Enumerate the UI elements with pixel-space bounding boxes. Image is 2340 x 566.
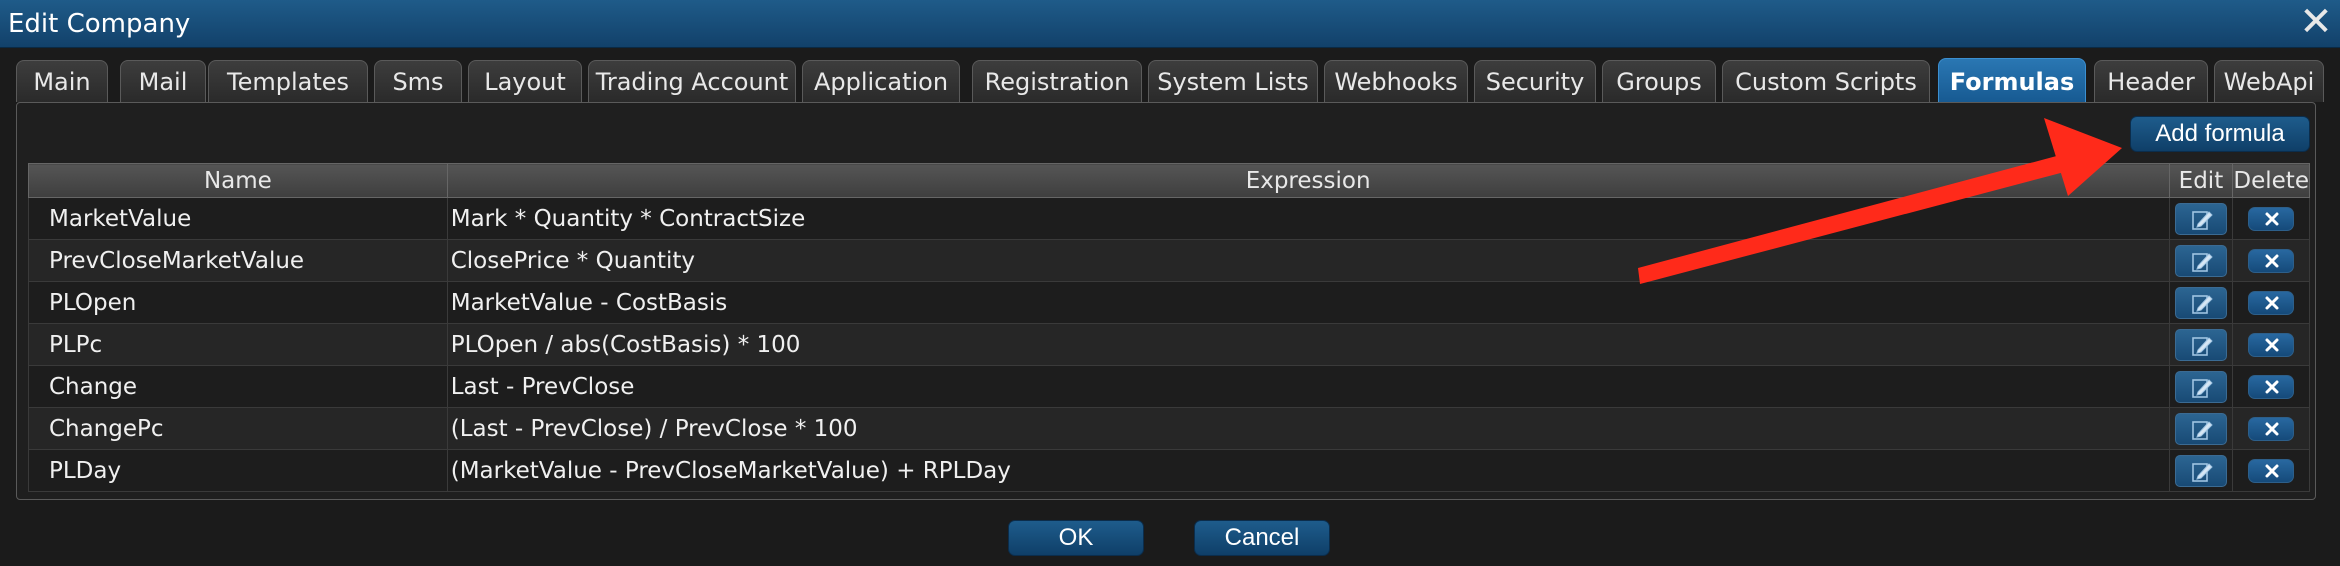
tab-custom-scripts[interactable]: Custom Scripts: [1722, 60, 1930, 102]
window-title: Edit Company: [8, 9, 191, 39]
tab-main[interactable]: Main: [16, 60, 108, 102]
delete-button[interactable]: [2248, 291, 2295, 315]
formula-expression: (Last - PrevClose) / PrevClose * 100: [446, 407, 2170, 450]
formula-expression: Mark * Quantity * ContractSize: [446, 197, 2170, 240]
tab-groups[interactable]: Groups: [1602, 60, 1716, 102]
edit-cell: [2168, 407, 2234, 450]
formula-name: PLDay: [28, 449, 448, 492]
table-row[interactable]: PLOpen MarketValue - CostBasis: [28, 281, 2310, 324]
edit-button[interactable]: [2174, 370, 2227, 403]
delete-cell: [2232, 365, 2310, 408]
formula-name: Change: [28, 365, 448, 408]
tab-formulas[interactable]: Formulas: [1938, 58, 2086, 102]
delete-cell: [2232, 407, 2310, 450]
delete-cell: [2232, 449, 2310, 492]
formula-name: PLPc: [28, 323, 448, 366]
formula-expression: (MarketValue - PrevCloseMarketValue) + R…: [446, 449, 2170, 492]
tab-layout[interactable]: Layout: [468, 60, 582, 102]
tab-header[interactable]: Header: [2094, 60, 2208, 102]
edit-cell: [2168, 365, 2234, 408]
edit-button[interactable]: [2174, 454, 2227, 487]
column-header-name[interactable]: Name: [28, 163, 448, 198]
delete-button[interactable]: [2248, 207, 2295, 231]
delete-button[interactable]: [2248, 375, 2295, 399]
tab-application[interactable]: Application: [802, 60, 960, 102]
edit-button[interactable]: [2174, 286, 2227, 319]
edit-button[interactable]: [2174, 202, 2227, 235]
tab-system-lists[interactable]: System Lists: [1148, 60, 1318, 102]
edit-cell: [2168, 449, 2234, 492]
title-bar: Edit Company ✕: [0, 0, 2340, 48]
column-header-edit[interactable]: Edit: [2168, 163, 2234, 198]
edit-cell: [2168, 281, 2234, 324]
edit-cell: [2168, 239, 2234, 282]
tab-webapi[interactable]: WebApi: [2214, 60, 2324, 102]
delete-button[interactable]: [2248, 249, 2295, 273]
close-icon[interactable]: ✕: [2296, 2, 2336, 44]
delete-cell: [2232, 197, 2310, 240]
formula-expression: PLOpen / abs(CostBasis) * 100: [446, 323, 2170, 366]
tab-registration[interactable]: Registration: [972, 60, 1142, 102]
formulas-table: Name Expression Edit Delete MarketValue M…: [28, 163, 2310, 492]
tab-trading-account[interactable]: Trading Account: [588, 60, 796, 102]
edit-cell: [2168, 197, 2234, 240]
column-header-expression[interactable]: Expression: [446, 163, 2170, 198]
ok-button[interactable]: OK: [1008, 520, 1144, 556]
formula-expression: ClosePrice * Quantity: [446, 239, 2170, 282]
edit-button[interactable]: [2174, 328, 2227, 361]
table-row[interactable]: PLDay (MarketValue - PrevCloseMarketValue…: [28, 449, 2310, 492]
add-formula-button[interactable]: Add formula: [2130, 116, 2310, 152]
column-header-delete[interactable]: Delete: [2232, 163, 2310, 198]
formula-name: PLOpen: [28, 281, 448, 324]
formula-expression: MarketValue - CostBasis: [446, 281, 2170, 324]
table-row[interactable]: PrevCloseMarketValue ClosePrice * Quantit…: [28, 239, 2310, 282]
edit-button[interactable]: [2174, 244, 2227, 277]
tab-sms[interactable]: Sms: [374, 60, 462, 102]
delete-cell: [2232, 323, 2310, 366]
delete-button[interactable]: [2248, 333, 2295, 357]
edit-button[interactable]: [2174, 412, 2227, 445]
delete-button[interactable]: [2248, 459, 2295, 483]
formula-expression: Last - PrevClose: [446, 365, 2170, 408]
delete-button[interactable]: [2248, 417, 2295, 441]
table-header-row: Name Expression Edit Delete: [28, 163, 2310, 198]
formula-name: ChangePc: [28, 407, 448, 450]
formula-name: PrevCloseMarketValue: [28, 239, 448, 282]
tab-templates[interactable]: Templates: [208, 60, 368, 102]
table-row[interactable]: Change Last - PrevClose: [28, 365, 2310, 408]
table-row[interactable]: MarketValue Mark * Quantity * ContractSiz…: [28, 197, 2310, 240]
tab-mail[interactable]: Mail: [120, 60, 206, 102]
table-row[interactable]: PLPc PLOpen / abs(CostBasis) * 100: [28, 323, 2310, 366]
edit-cell: [2168, 323, 2234, 366]
table-row[interactable]: ChangePc (Last - PrevClose) / PrevClose *…: [28, 407, 2310, 450]
tab-security[interactable]: Security: [1474, 60, 1596, 102]
formula-name: MarketValue: [28, 197, 448, 240]
tab-webhooks[interactable]: Webhooks: [1324, 60, 1468, 102]
cancel-button[interactable]: Cancel: [1194, 520, 1330, 556]
delete-cell: [2232, 281, 2310, 324]
delete-cell: [2232, 239, 2310, 282]
